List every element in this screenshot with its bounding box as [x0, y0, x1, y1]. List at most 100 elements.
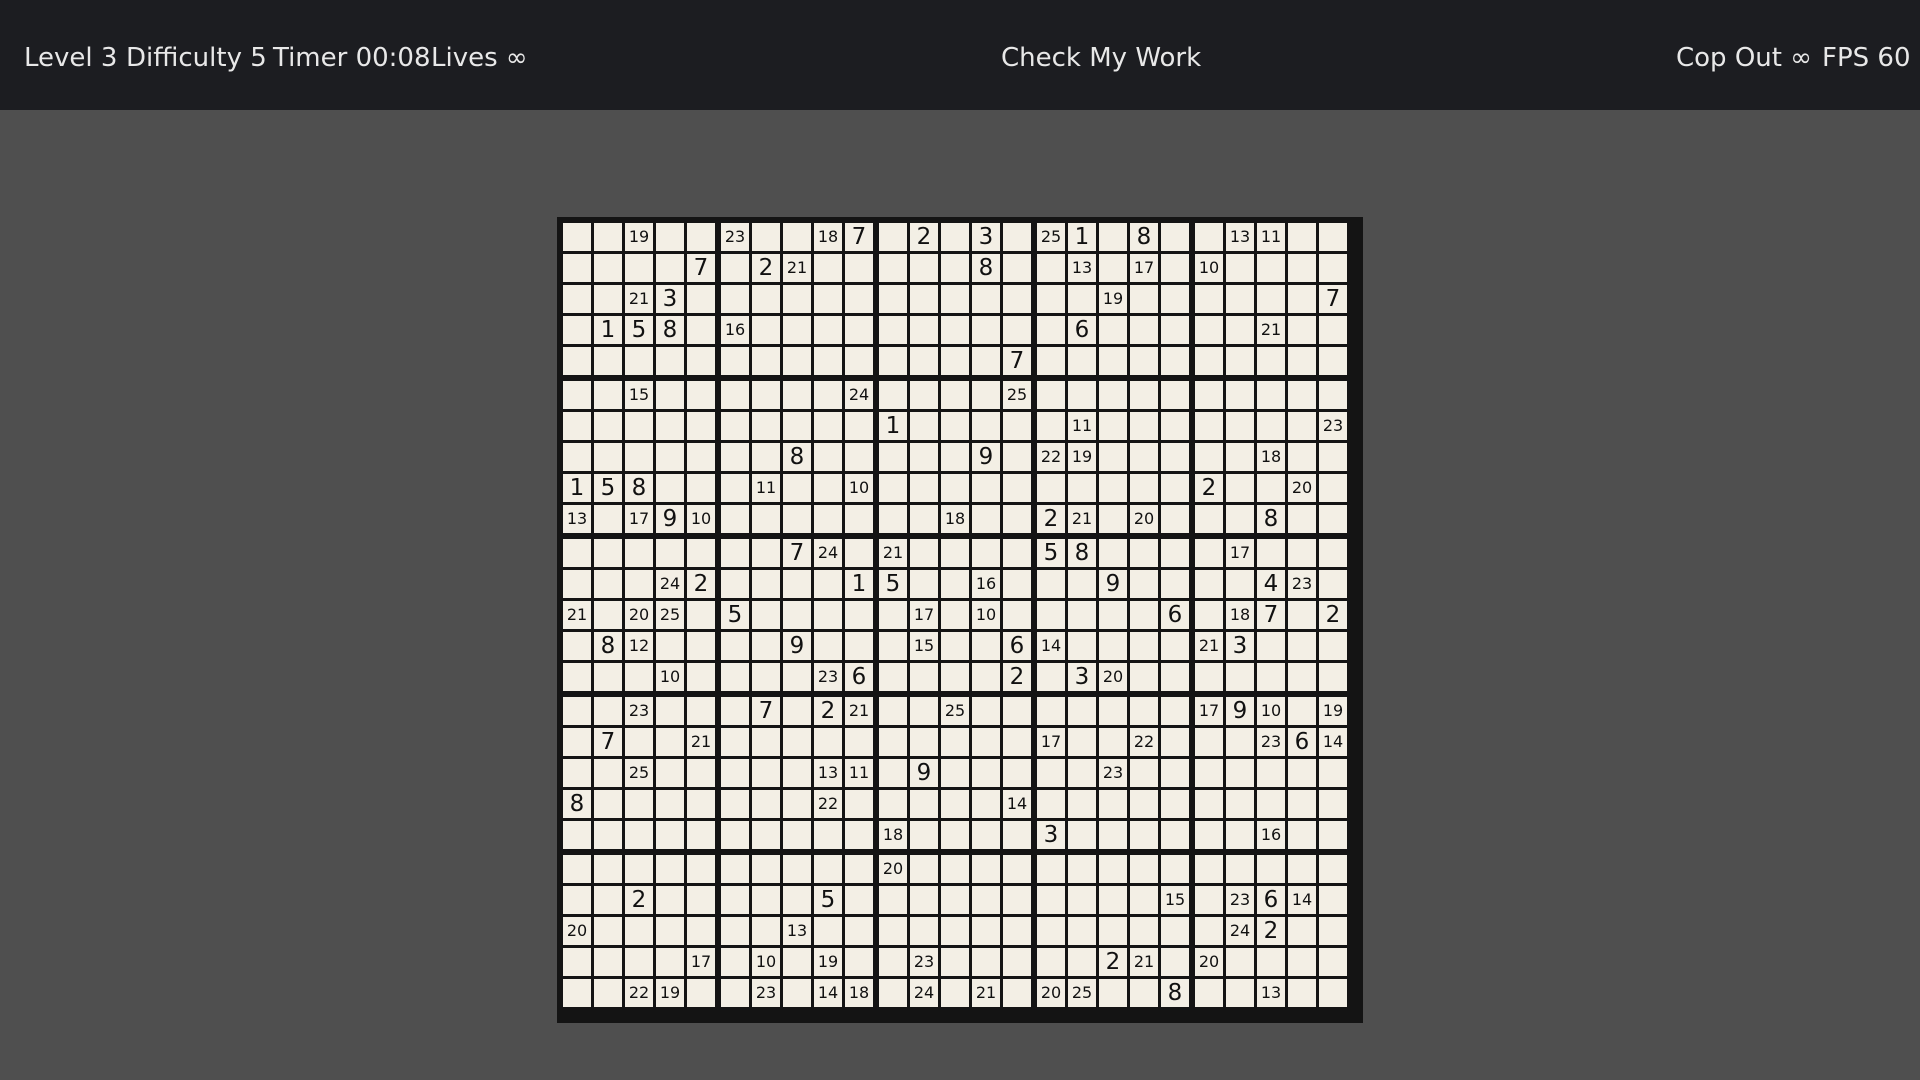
board-cell[interactable]: [1099, 917, 1127, 945]
board-cell[interactable]: [752, 223, 780, 251]
board-cell[interactable]: [687, 821, 715, 849]
board-cell[interactable]: [687, 443, 715, 471]
board-cell[interactable]: [1226, 474, 1254, 502]
board-cell[interactable]: 25: [941, 697, 969, 725]
board-cell[interactable]: [1161, 917, 1189, 945]
board-cell[interactable]: 23: [721, 223, 749, 251]
board-cell[interactable]: [1195, 979, 1223, 1007]
board-cell[interactable]: [1319, 381, 1347, 409]
board-cell[interactable]: 21: [879, 539, 907, 567]
board-cell[interactable]: [687, 917, 715, 945]
board-cell[interactable]: [1130, 917, 1158, 945]
board-cell[interactable]: [910, 697, 938, 725]
board-cell[interactable]: [1068, 759, 1096, 787]
board-cell[interactable]: [1195, 443, 1223, 471]
board-cell[interactable]: [1130, 443, 1158, 471]
board-cell[interactable]: 5: [594, 474, 622, 502]
check-my-work-button[interactable]: Check My Work: [1001, 0, 1201, 116]
board-cell[interactable]: [1099, 979, 1127, 1007]
board-cell[interactable]: 22: [1037, 443, 1065, 471]
board-cell[interactable]: [1319, 663, 1347, 691]
board-cell[interactable]: [1288, 539, 1316, 567]
board-cell[interactable]: [879, 285, 907, 313]
board-cell[interactable]: [1099, 505, 1127, 533]
board-cell[interactable]: 7: [594, 728, 622, 756]
board-cell[interactable]: [563, 759, 591, 787]
board-cell[interactable]: [879, 505, 907, 533]
board-cell[interactable]: [752, 285, 780, 313]
board-cell[interactable]: [721, 539, 749, 567]
board-cell[interactable]: [783, 886, 811, 914]
board-cell[interactable]: 21: [1195, 632, 1223, 660]
board-cell[interactable]: [1003, 570, 1031, 598]
board-cell[interactable]: [1068, 347, 1096, 375]
board-cell[interactable]: [1288, 917, 1316, 945]
board-cell[interactable]: 20: [1099, 663, 1127, 691]
board-cell[interactable]: [783, 601, 811, 629]
board-cell[interactable]: [972, 316, 1000, 344]
board-cell[interactable]: 10: [972, 601, 1000, 629]
board-cell[interactable]: [563, 285, 591, 313]
board-cell[interactable]: [941, 663, 969, 691]
board-cell[interactable]: [1288, 821, 1316, 849]
board-cell[interactable]: [910, 570, 938, 598]
board-cell[interactable]: [941, 821, 969, 849]
board-cell[interactable]: [594, 443, 622, 471]
board-cell[interactable]: [941, 223, 969, 251]
board-cell[interactable]: 21: [1130, 948, 1158, 976]
board-cell[interactable]: [721, 886, 749, 914]
board-cell[interactable]: 9: [783, 632, 811, 660]
board-cell[interactable]: [814, 728, 842, 756]
board-cell[interactable]: 8: [563, 790, 591, 818]
board-cell[interactable]: 9: [1099, 570, 1127, 598]
board-cell[interactable]: 6: [1288, 728, 1316, 756]
board-cell[interactable]: [1288, 412, 1316, 440]
board-cell[interactable]: 21: [687, 728, 715, 756]
board-cell[interactable]: [941, 474, 969, 502]
board-cell[interactable]: 3: [656, 285, 684, 313]
board-cell[interactable]: [563, 539, 591, 567]
board-cell[interactable]: [1130, 632, 1158, 660]
board-cell[interactable]: 24: [1226, 917, 1254, 945]
board-cell[interactable]: [594, 790, 622, 818]
board-cell[interactable]: [625, 790, 653, 818]
board-cell[interactable]: 14: [1037, 632, 1065, 660]
board-cell[interactable]: [1195, 728, 1223, 756]
board-cell[interactable]: [1068, 570, 1096, 598]
board-cell[interactable]: [721, 663, 749, 691]
board-cell[interactable]: [1130, 979, 1158, 1007]
board-cell[interactable]: [563, 663, 591, 691]
board-cell[interactable]: 1: [563, 474, 591, 502]
board-cell[interactable]: [941, 570, 969, 598]
board-cell[interactable]: [1226, 285, 1254, 313]
board-cell[interactable]: [1319, 316, 1347, 344]
board-cell[interactable]: [972, 948, 1000, 976]
board-cell[interactable]: 3: [1226, 632, 1254, 660]
board-cell[interactable]: [1161, 855, 1189, 883]
board-cell[interactable]: [687, 539, 715, 567]
board-cell[interactable]: 24: [814, 539, 842, 567]
board-cell[interactable]: [656, 539, 684, 567]
board-cell[interactable]: [910, 539, 938, 567]
board-cell[interactable]: [721, 474, 749, 502]
board-cell[interactable]: [625, 728, 653, 756]
board-cell[interactable]: [1257, 381, 1285, 409]
board-cell[interactable]: [594, 505, 622, 533]
board-cell[interactable]: 19: [814, 948, 842, 976]
board-cell[interactable]: [845, 821, 873, 849]
board-cell[interactable]: 11: [1068, 412, 1096, 440]
board-cell[interactable]: [941, 886, 969, 914]
board-cell[interactable]: [1288, 759, 1316, 787]
board-cell[interactable]: [972, 917, 1000, 945]
board-cell[interactable]: 9: [656, 505, 684, 533]
board-cell[interactable]: [625, 347, 653, 375]
board-cell[interactable]: [752, 412, 780, 440]
board-cell[interactable]: [941, 443, 969, 471]
board-cell[interactable]: [783, 381, 811, 409]
board-cell[interactable]: [1288, 254, 1316, 282]
board-cell[interactable]: [1288, 663, 1316, 691]
board-cell[interactable]: 17: [687, 948, 715, 976]
board-cell[interactable]: 11: [1257, 223, 1285, 251]
board-cell[interactable]: [625, 855, 653, 883]
board-cell[interactable]: [1195, 601, 1223, 629]
